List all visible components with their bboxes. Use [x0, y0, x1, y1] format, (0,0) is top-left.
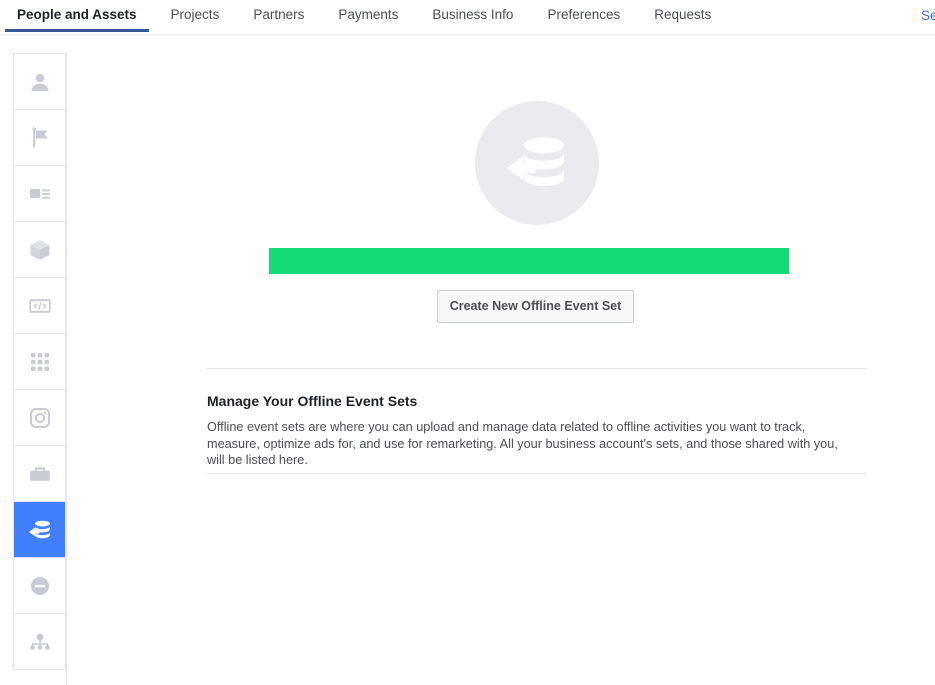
sidebar-item-apps[interactable]: [14, 334, 65, 390]
apps-grid-icon: [29, 351, 51, 373]
sidebar-item-ad-accounts[interactable]: [14, 166, 65, 222]
sidebar-item-instagram[interactable]: [14, 390, 65, 446]
offline-events-icon: [27, 517, 53, 543]
manage-section-title: Manage Your Offline Event Sets: [207, 393, 418, 409]
instagram-icon: [28, 406, 52, 430]
empty-state-illustration: [475, 101, 599, 225]
sidebar-item-business[interactable]: [14, 446, 65, 502]
sidebar-item-pages[interactable]: [14, 110, 65, 166]
asset-type-sidebar: [13, 53, 66, 670]
main-content-area: Create New Offline Event Set Manage Your…: [66, 53, 935, 685]
highlighted-text-selection: [269, 248, 789, 274]
section-divider-bottom: [207, 473, 866, 474]
person-icon: [28, 70, 52, 94]
sidebar-item-offline-events[interactable]: [14, 502, 65, 558]
ad-account-icon: [28, 182, 52, 206]
tab-requests[interactable]: Requests: [637, 0, 728, 35]
tab-people-and-assets[interactable]: People and Assets: [0, 0, 154, 35]
shared-network-icon: [28, 630, 52, 654]
tab-preferences[interactable]: Preferences: [530, 0, 637, 35]
sidebar-item-block-lists[interactable]: [14, 558, 65, 614]
product-catalog-icon: [28, 238, 52, 262]
briefcase-icon: [28, 462, 52, 486]
tab-payments[interactable]: Payments: [321, 0, 415, 35]
tab-projects[interactable]: Projects: [154, 0, 237, 35]
sidebar-item-pixels[interactable]: [14, 278, 65, 334]
section-divider-top: [207, 368, 866, 369]
sidebar-item-catalogs[interactable]: [14, 222, 65, 278]
pixel-code-icon: [28, 294, 52, 318]
create-new-offline-event-set-button[interactable]: Create New Offline Event Set: [437, 290, 634, 323]
nav-tab-list: People and Assets Projects Partners Paym…: [0, 0, 728, 35]
tab-partners[interactable]: Partners: [236, 0, 321, 35]
sidebar-item-shared[interactable]: [14, 614, 65, 670]
block-circle-icon: [29, 575, 51, 597]
manage-section-description: Offline event sets are where you can upl…: [207, 420, 838, 467]
top-navigation-bar: People and Assets Projects Partners Paym…: [0, 0, 935, 35]
offline-events-large-icon: [501, 127, 573, 199]
tab-business-info[interactable]: Business Info: [415, 0, 530, 35]
page-flag-icon: [28, 126, 52, 150]
settings-link[interactable]: Se: [921, 8, 935, 23]
sidebar-item-people[interactable]: [14, 54, 65, 110]
